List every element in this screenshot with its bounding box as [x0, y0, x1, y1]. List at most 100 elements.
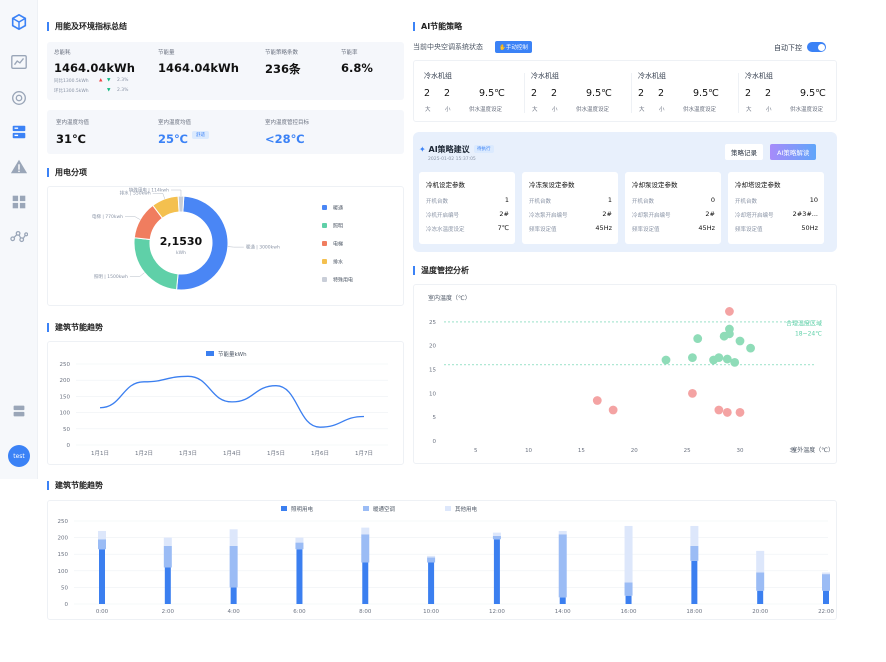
param-value: 45Hz — [595, 224, 612, 232]
bar-segment — [691, 560, 698, 604]
slice-label: 照明 | 1500kwh — [94, 274, 128, 280]
unit-value-small: 2 — [658, 88, 665, 99]
x-tick-label: 20 — [631, 448, 638, 454]
warning-icon[interactable] — [9, 157, 29, 177]
unit-value-large: 2 — [531, 88, 538, 99]
line-chart: 0 50 100 150 200 250 1月1日 1月2日 1月3日 1月4日 1月5日 1月6日 1… — [60, 350, 388, 457]
unit-value-large: 2 — [745, 88, 752, 99]
ai-suggest-title-text: AI策略建议 — [428, 145, 470, 154]
bar-segment — [822, 572, 830, 575]
legend-swatch — [322, 241, 327, 246]
legend-label: 特殊用电 — [333, 277, 353, 284]
bar-segment — [492, 532, 501, 536]
temperature-summary-panel: 室内温度均值 31℃ 室内温度均值 25℃ 舒适 室内温度管控目标 <28℃ — [47, 110, 404, 154]
bar-segment — [427, 555, 436, 558]
unit-label-supply: 供水温度设定 — [469, 107, 503, 113]
param-label: 冷却塔开启编号 — [735, 213, 774, 219]
manual-control-button[interactable]: ✋手动控制 — [495, 41, 532, 53]
unit-label-large: 大 — [746, 107, 752, 113]
database-icon[interactable] — [9, 401, 29, 421]
scatter-point — [688, 353, 697, 363]
cube-logo-icon[interactable] — [9, 12, 29, 32]
bar-segment — [98, 539, 106, 550]
legend-swatch — [322, 223, 327, 228]
grid-apps-icon[interactable] — [9, 192, 29, 212]
param-value: 50Hz — [801, 224, 818, 232]
bars-section-title: 建筑节能趋势 — [47, 481, 103, 490]
rate-label: 节能率 — [341, 50, 358, 56]
slice-leader-line — [170, 189, 182, 197]
tab-ai-interpretation[interactable]: AI策略解读 — [770, 144, 817, 160]
unit-supply-temp: 9.5℃ — [586, 88, 612, 99]
bar-segment — [625, 595, 632, 604]
trend-section-title: 建筑节能趋势 — [47, 323, 103, 332]
comfort-zone-label: 合理温度区域 — [786, 320, 822, 328]
x-tick-label: 8:00 — [359, 609, 372, 615]
yoy-pct: 2.3% — [117, 78, 129, 83]
bar-segment — [427, 557, 436, 563]
scatter-point — [661, 355, 671, 365]
auto-control-toggle[interactable] — [807, 42, 826, 52]
bar-segment — [558, 534, 567, 598]
x-tick-label: 10:00 — [423, 609, 439, 615]
rate-value: 6.8% — [341, 61, 373, 75]
arrow-up-icon: ▲ — [99, 78, 103, 83]
unit-name: 冷水机组 — [638, 72, 666, 80]
x-tick-label: 22:00 — [818, 609, 834, 615]
param-card: 冷机设定参数 开机台数 1 冷机开启编号 2# 冷冻水温度设定 7℃ — [419, 172, 515, 244]
bar-segment — [163, 537, 172, 546]
bar-segment — [690, 525, 699, 546]
bar-segment — [690, 545, 699, 561]
unit-supply-temp: 9.5℃ — [479, 88, 505, 99]
scatter-point — [735, 408, 745, 417]
x-tick-label: 2:00 — [162, 609, 175, 615]
legend-label: 电梯 — [333, 241, 343, 248]
trend-chart-icon[interactable] — [9, 52, 29, 72]
env-section-title: 用能及环境指标总结 — [47, 22, 127, 31]
param-card: 冷冻泵设定参数 开机台数 1 冷冻泵开启编号 2# 频率设定值 45Hz — [522, 172, 618, 244]
y-tick-label: 150 — [58, 552, 69, 558]
donut-slice — [177, 195, 185, 213]
sparkle-icon: ✦ — [419, 145, 426, 154]
y-tick-label: 50 — [63, 427, 70, 433]
bar-segment — [756, 550, 765, 573]
unit-label-large: 大 — [425, 107, 431, 113]
network-icon[interactable] — [9, 227, 29, 247]
avatar[interactable]: test — [8, 445, 30, 467]
unit-label-supply: 供水温度设定 — [790, 107, 824, 113]
save-label: 节能量 — [158, 50, 175, 56]
legend-swatch — [445, 506, 451, 511]
param-label: 开机台数 — [426, 199, 449, 205]
x-tick-label: 6:00 — [293, 609, 306, 615]
param-label: 冷冻水温度设定 — [426, 227, 465, 233]
server-icon[interactable] — [9, 122, 29, 142]
scatter-section-title: 温度管控分析 — [413, 266, 469, 275]
donut-center-value: 2,1530 — [160, 235, 203, 248]
bar-segment — [558, 530, 567, 535]
slice-leader-line — [152, 192, 166, 199]
donut-center-unit: kWh — [176, 250, 186, 256]
legend-label: 节能量kWh — [218, 350, 247, 358]
tab-strategy-record[interactable]: 策略记录 — [725, 144, 763, 160]
ai-section-title: AI节能策略 — [413, 22, 462, 31]
param-label: 开机台数 — [632, 199, 655, 205]
x-tick-label: 1月5日 — [267, 450, 285, 457]
donut-chart: 暖通 | 3000kwh照明 | 1500kwh电梯 | 770kwh排水 | … — [92, 187, 353, 291]
legend-label: 其他用电 — [455, 505, 478, 513]
trend-card: 0 50 100 150 200 250 1月1日 1月2日 1月3日 1月4日 1月5日 1月6日 1… — [47, 341, 404, 465]
monitor-target-icon[interactable] — [9, 88, 29, 108]
bar-segment — [822, 574, 830, 591]
bar-segment — [164, 567, 171, 604]
x-tick-label: 5 — [474, 448, 478, 454]
unit-supply-temp: 9.5℃ — [800, 88, 826, 99]
y-tick-label: 15 — [429, 368, 436, 374]
param-value: 2# — [705, 210, 715, 218]
unit-name: 冷水机组 — [424, 72, 452, 80]
legend-swatch — [206, 351, 214, 356]
y-tick-label: 100 — [60, 411, 71, 417]
bar-segment — [492, 535, 501, 540]
avg-temp-value: 31℃ — [56, 132, 86, 146]
scatter-point — [735, 336, 745, 346]
scatter-point — [693, 334, 703, 343]
yoy-text: 同比1300.5kWh — [54, 79, 89, 84]
